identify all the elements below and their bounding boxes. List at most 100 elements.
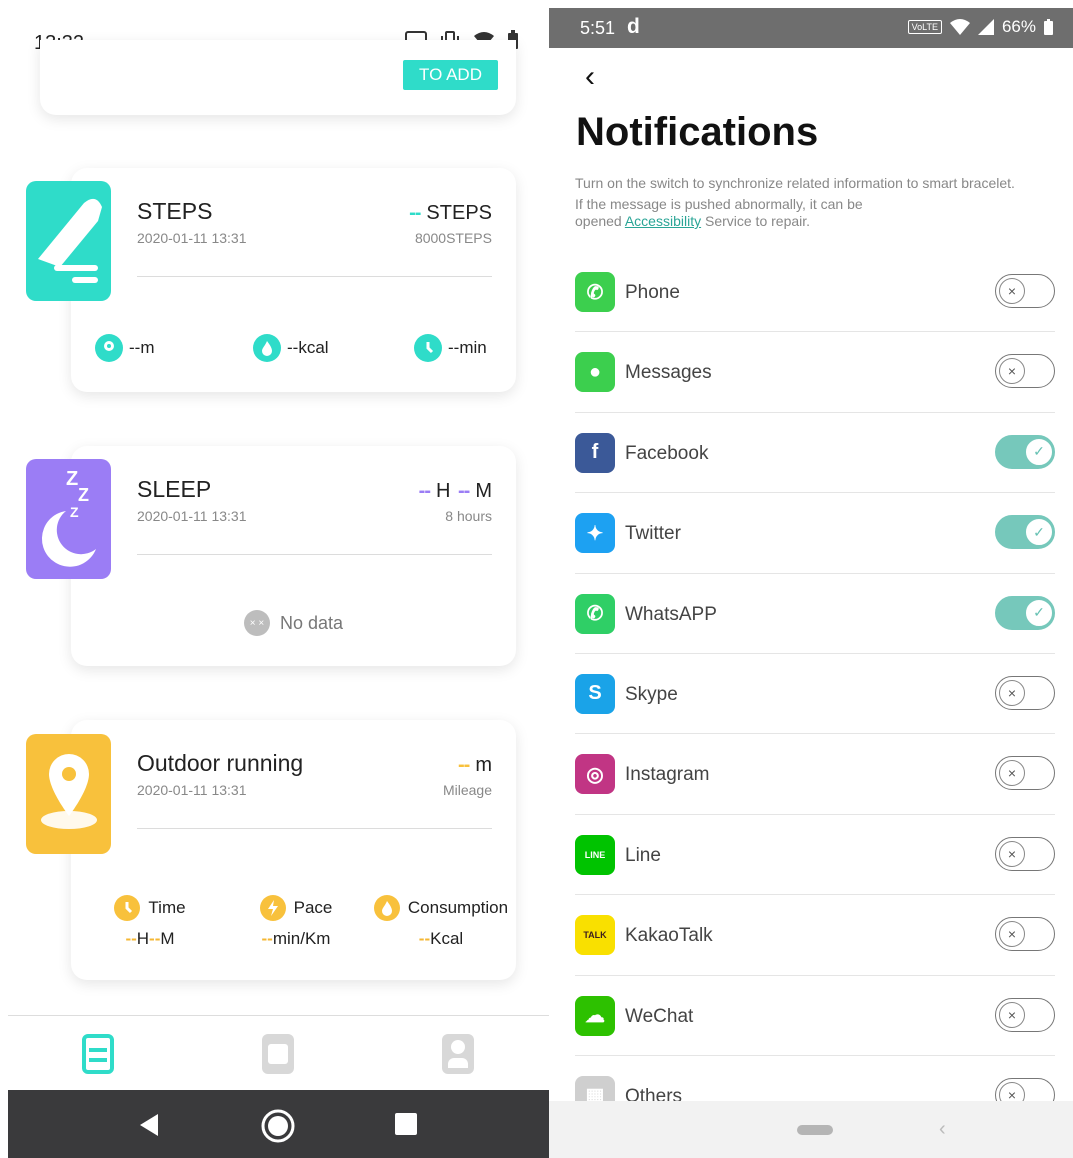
notification-toggle[interactable]: × [995, 274, 1055, 308]
svg-text:Z: Z [78, 485, 89, 505]
whatsapp-app-icon: ✆ [575, 593, 615, 634]
notification-toggle[interactable]: ✓ [995, 595, 1055, 630]
steps-value-unit: STEPS [426, 202, 492, 224]
steps-value-dash: -- [409, 202, 421, 224]
status-icons: VoLTE 66% [907, 17, 1053, 37]
app-name-label: Facebook [625, 442, 709, 464]
recents-nav-icon[interactable] [394, 1112, 418, 1136]
app-name-label: WhatsAPP [625, 603, 717, 625]
notification-row-skype: S Skype × [575, 654, 1055, 735]
notification-row-messages: ● Messages × [575, 332, 1055, 413]
instagram-app-icon: ◎ [575, 754, 615, 795]
sleep-value: -- H -- M [419, 480, 492, 503]
back-nav-icon[interactable] [136, 1112, 162, 1138]
close-icon: × [999, 840, 1025, 867]
skype-app-icon: S [575, 673, 615, 714]
dashboard-tab-icon[interactable] [82, 1034, 114, 1074]
running-title: Outdoor running [137, 750, 304, 776]
back-chevron-icon[interactable]: ‹ [585, 60, 595, 94]
time-label: Time [148, 898, 186, 917]
device-tab-icon[interactable] [262, 1034, 294, 1074]
duration-value: --min [448, 338, 487, 357]
description-line-3: opened Accessibility Service to repair. [575, 213, 811, 229]
sleep-date: 2020-01-11 13:31 [137, 508, 247, 524]
back-nav-icon[interactable]: ‹ [939, 1118, 946, 1141]
notification-toggle[interactable]: × [995, 756, 1055, 791]
check-icon: ✓ [1026, 599, 1052, 626]
outdoor-running-card[interactable]: Outdoor running 2020-01-11 13:31 -- m Mil… [71, 720, 516, 980]
sleep-minutes-unit: M [475, 480, 492, 502]
lightning-icon [259, 895, 286, 921]
notification-app-list: ✆ Phone × ● Messages × f Facebook ✓ ✦ Twitter ✓ ✆ Wha… [575, 252, 1055, 1137]
location-pin-icon [95, 334, 123, 362]
close-icon: × [999, 921, 1025, 948]
flame-icon [253, 334, 281, 362]
steps-card[interactable]: STEPS 2020-01-11 13:31 -- STEPS 8000STEPS… [71, 168, 516, 392]
app-name-label: Twitter [625, 523, 681, 545]
app-name-label: Phone [625, 282, 680, 303]
home-nav-icon[interactable] [260, 1108, 296, 1144]
clock-icon [114, 895, 141, 921]
running-date: 2020-01-11 13:31 [137, 782, 247, 798]
home-pill[interactable] [797, 1125, 833, 1135]
notification-toggle[interactable]: ✓ [995, 515, 1055, 550]
notification-toggle[interactable]: × [995, 997, 1055, 1032]
close-icon: × [999, 278, 1025, 304]
app-name-label: KakaoTalk [625, 925, 713, 947]
notification-toggle[interactable]: × [995, 675, 1055, 710]
line-app-icon: LINE [575, 834, 615, 875]
description: Turn on the switch to synchronize relate… [575, 175, 1073, 230]
distance-stat: --m [95, 334, 154, 362]
notification-toggle[interactable]: × [995, 917, 1055, 952]
close-icon: × [999, 1001, 1025, 1028]
close-icon: × [999, 358, 1025, 385]
time-value: --H--M [125, 929, 175, 948]
pace-value: --min/Km [261, 929, 331, 948]
bottom-navigation [8, 1015, 549, 1089]
notification-toggle[interactable]: × [995, 354, 1055, 389]
app-notification-icon: d [627, 15, 640, 38]
description-line-2: If the message is pushed abnormally, it … [575, 196, 863, 212]
health-app-screen: 13:32 TO ADD STEPS 2020-01-11 13:31 --ST… [0, 0, 549, 1158]
profile-tab-icon[interactable] [442, 1034, 474, 1074]
android-navigation-bar: ‹ [549, 1101, 1073, 1158]
notification-toggle[interactable]: × [995, 836, 1055, 871]
calories-value: --kcal [287, 338, 329, 357]
facebook-app-icon: f [575, 432, 615, 473]
accessibility-link[interactable]: Accessibility [625, 213, 701, 229]
sleep-title: SLEEP [137, 476, 212, 502]
location-marker-icon [26, 734, 111, 854]
sleep-hours-dash: -- [418, 480, 431, 502]
pace-stat: Pace --min/Km [251, 895, 341, 949]
app-name-label: Line [625, 844, 661, 866]
wifi-icon [949, 19, 970, 35]
battery-icon [1044, 19, 1053, 35]
close-icon: × [999, 760, 1025, 787]
check-icon: ✓ [1026, 438, 1052, 465]
notification-toggle[interactable]: ✓ [995, 434, 1055, 469]
consumption-stat: Consumption --Kcal [367, 895, 515, 949]
add-device-card: TO ADD [40, 40, 516, 115]
app-name-label: Messages [625, 362, 712, 384]
battery-percent: 66% [1001, 17, 1036, 36]
volte-badge: VoLTE [907, 20, 942, 34]
running-sub: Mileage [442, 782, 492, 798]
svg-text:Z: Z [66, 468, 78, 490]
sleep-goal: 8 hours [445, 508, 492, 524]
shoe-icon [26, 181, 111, 301]
steps-date: 2020-01-11 13:31 [137, 230, 247, 246]
notification-row-twitter: ✦ Twitter ✓ [575, 493, 1055, 574]
calories-stat: --kcal [253, 334, 329, 362]
notifications-screen: 5:51 d VoLTE 66% ‹ Notifications Turn on… [549, 0, 1073, 1158]
signal-icon [977, 19, 994, 35]
to-add-button[interactable]: TO ADD [403, 60, 498, 90]
running-value-dash: -- [458, 754, 470, 776]
sleep-card[interactable]: SLEEP 2020-01-11 13:31 -- H -- M 8 hours ×… [71, 446, 516, 666]
notification-row-whatsapp: ✆ WhatsAPP ✓ [575, 574, 1055, 654]
steps-value: -- STEPS [409, 202, 492, 225]
kakaotalk-app-icon: TALK [575, 915, 615, 956]
app-name-label: Instagram [625, 764, 710, 786]
no-data-label: No data [279, 612, 344, 633]
steps-goal: 8000STEPS [414, 230, 492, 246]
notification-row-line: LINE Line × [575, 815, 1055, 896]
